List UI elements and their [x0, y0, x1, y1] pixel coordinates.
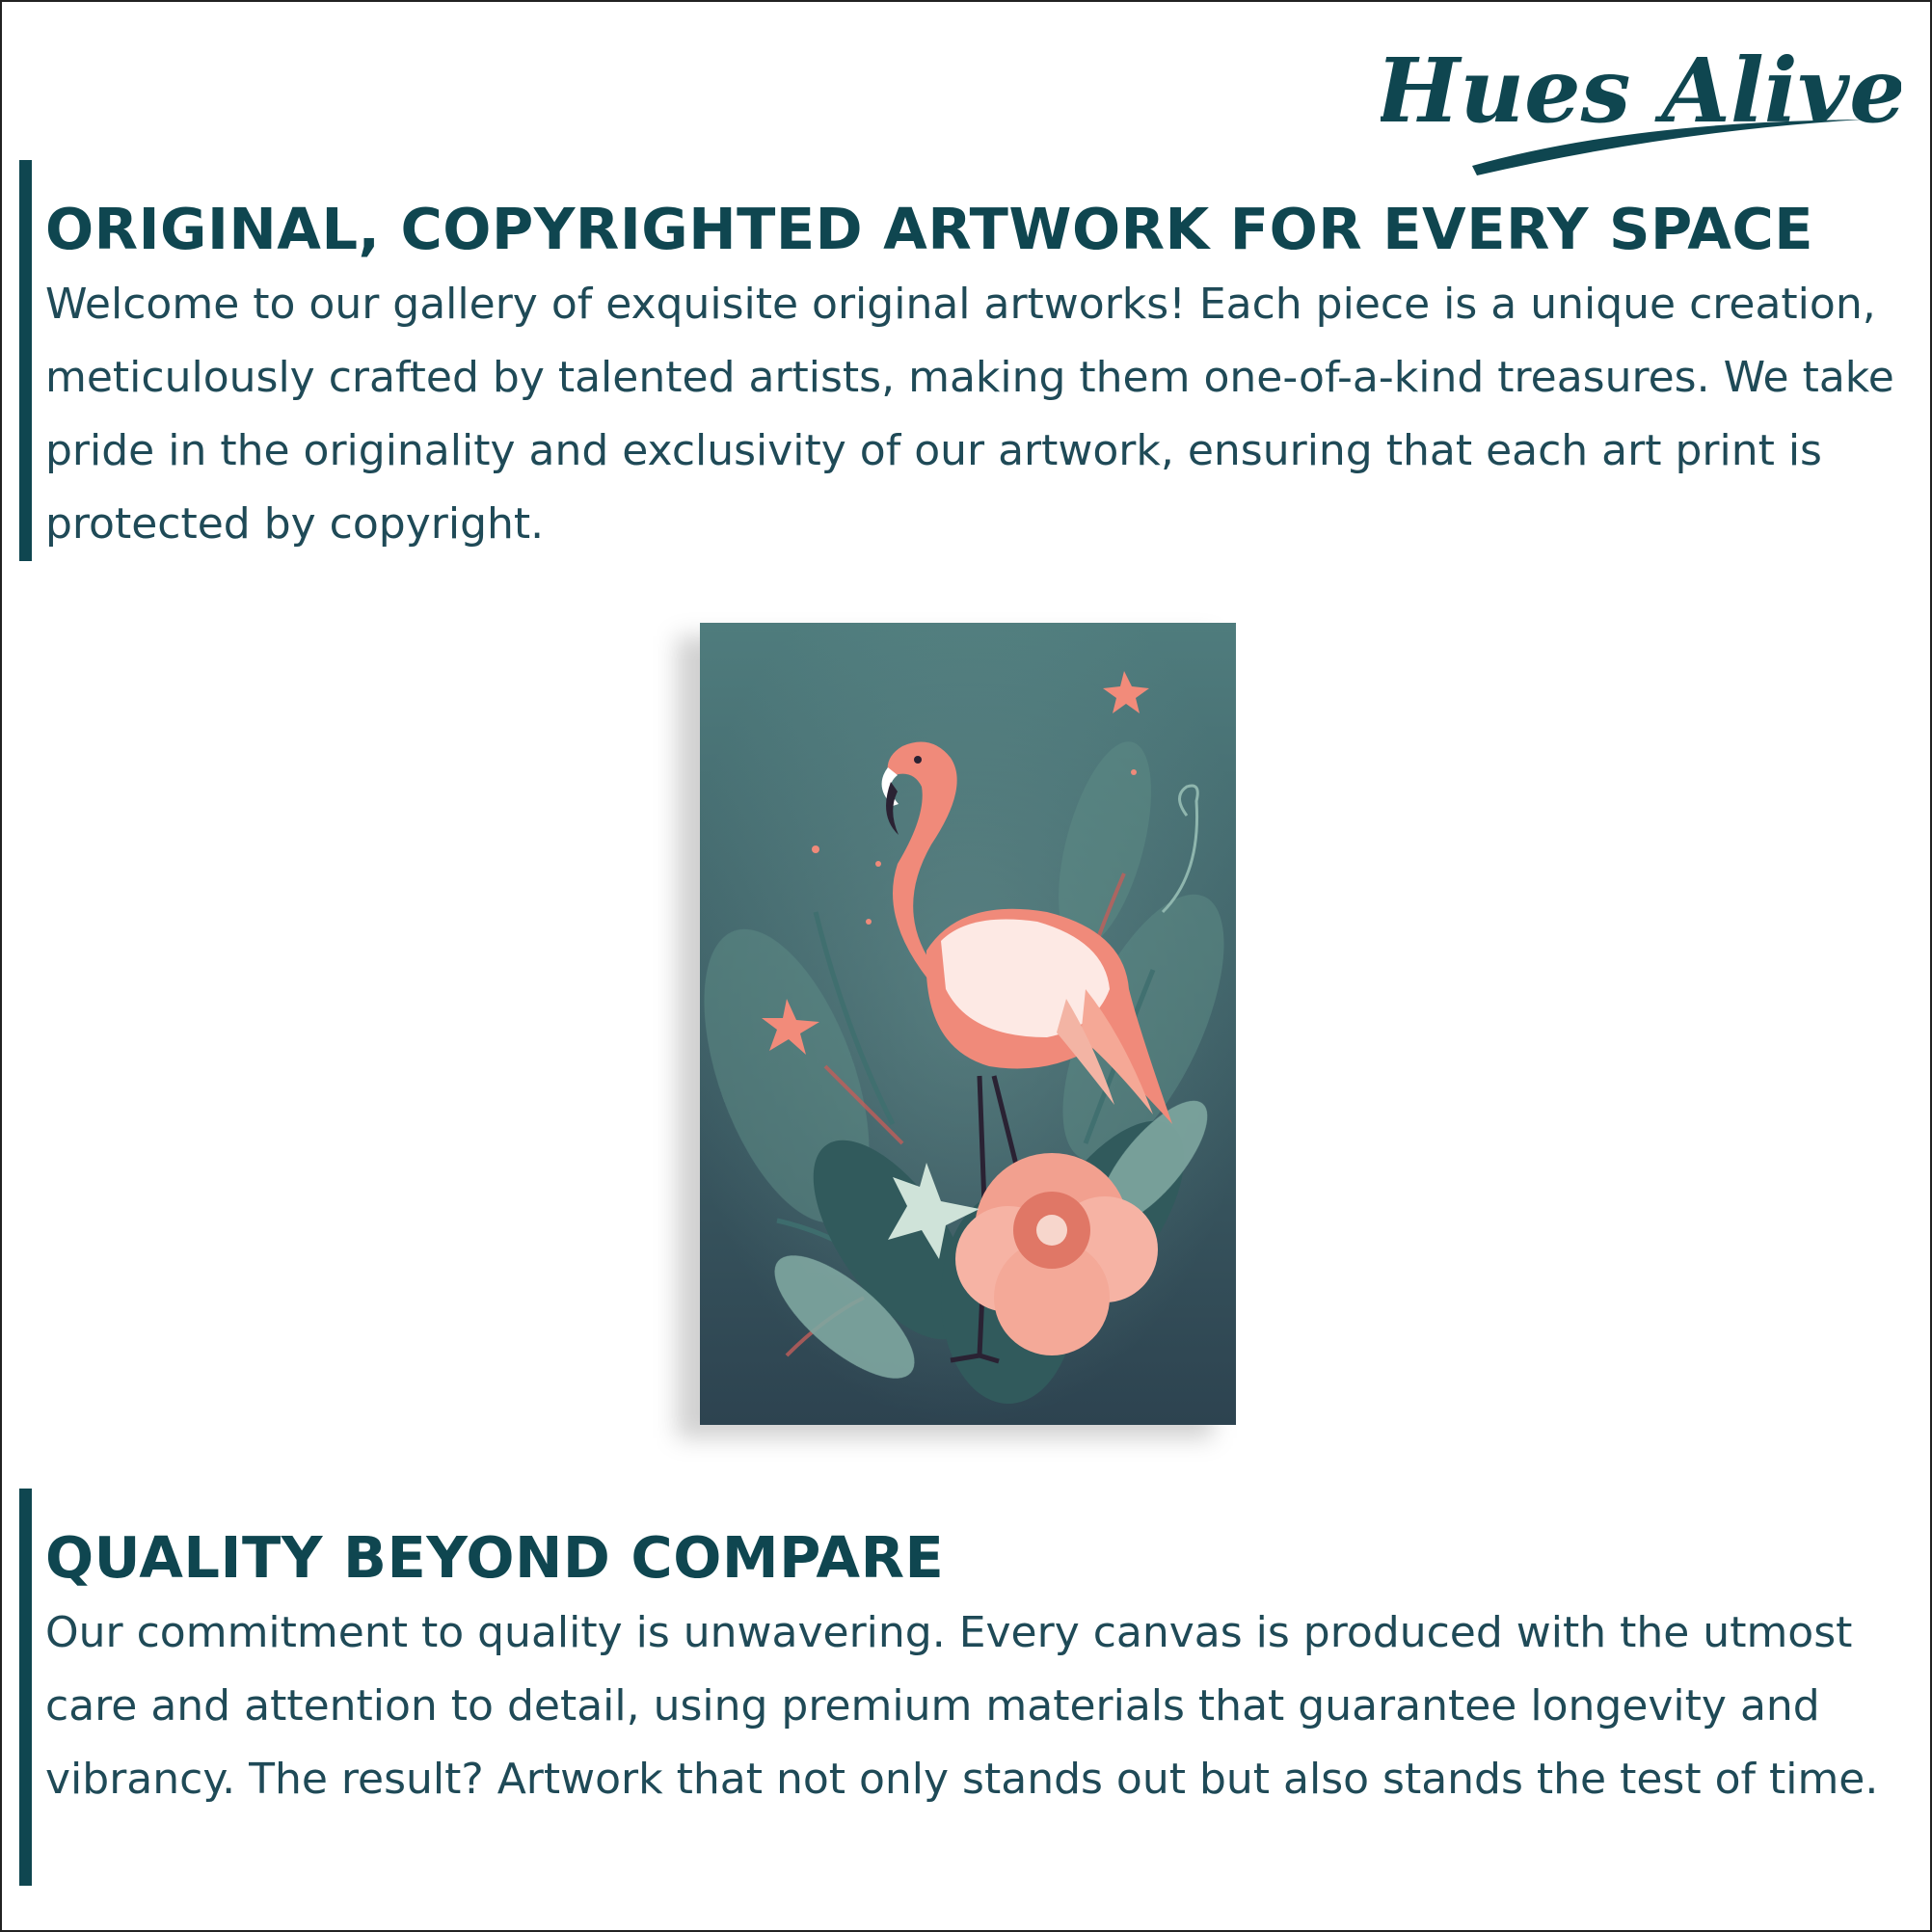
- section-body: Welcome to our gallery of exquisite orig…: [45, 280, 1894, 549]
- section-heading: QUALITY BEYOND COMPARE: [45, 1524, 945, 1591]
- section-heading: ORIGINAL, COPYRIGHTED ARTWORK FOR EVERY …: [45, 196, 1814, 262]
- section-accent-bar: [19, 1489, 32, 1886]
- section-body: Our commitment to quality is unwavering.…: [45, 1608, 1879, 1804]
- section-accent-bar: [19, 160, 32, 561]
- logo-text: Hues Alive: [1381, 39, 1901, 143]
- artwork-canvas: [677, 623, 1236, 1438]
- flamingo-artwork-icon: [700, 623, 1236, 1425]
- section-quality: QUALITY BEYOND COMPARE Our commitment to…: [19, 1489, 1909, 1886]
- product-info-panel: Hues Alive ORIGINAL, COPYRIGHTED ARTWORK…: [0, 0, 1932, 1932]
- section-original-artwork: ORIGINAL, COPYRIGHTED ARTWORK FOR EVERY …: [19, 160, 1909, 561]
